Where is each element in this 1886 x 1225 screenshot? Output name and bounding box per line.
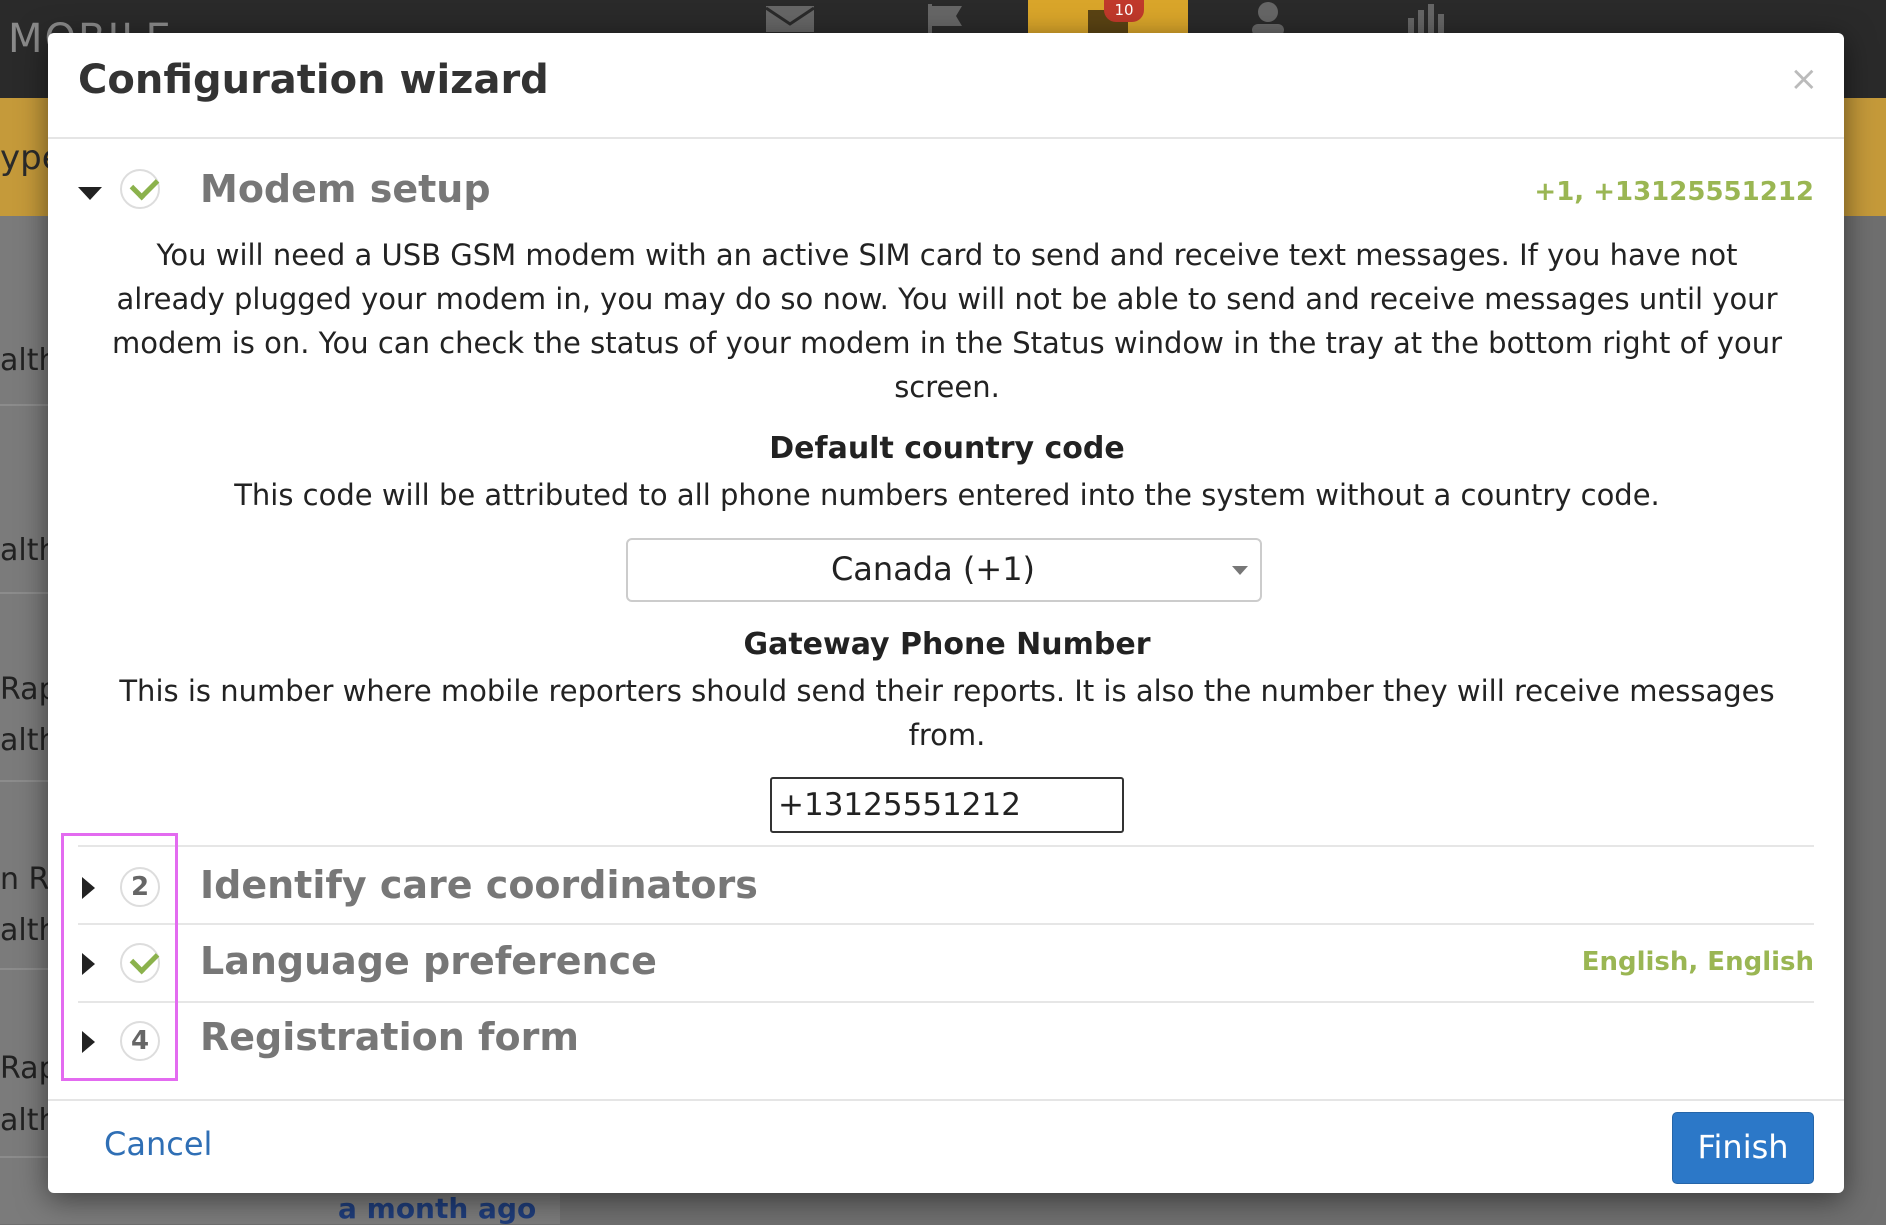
- modal-header: Configuration wizard ×: [48, 33, 1844, 139]
- divider: [78, 1001, 1814, 1003]
- check-icon: [129, 944, 160, 975]
- step-number-badge: 2: [120, 867, 160, 907]
- gateway-phone-input[interactable]: [770, 777, 1124, 833]
- divider: [78, 845, 1814, 847]
- step-title: Registration form: [200, 1015, 579, 1059]
- configuration-wizard-modal: Configuration wizard × Modem setup +1, +…: [48, 33, 1844, 1193]
- modal-footer: Cancel Finish: [48, 1099, 1844, 1195]
- modal-title: Configuration wizard: [78, 57, 549, 103]
- step-registration-form-header[interactable]: 4 Registration form: [78, 1009, 1814, 1079]
- step-complete-badge: [120, 943, 160, 983]
- country-code-value: Canada (+1): [830, 550, 1036, 588]
- chart-icon[interactable]: [1398, 0, 1458, 36]
- step-number-badge: 4: [120, 1021, 160, 1061]
- gateway-phone-label: Gateway Phone Number: [743, 627, 1151, 662]
- close-icon[interactable]: ×: [1790, 59, 1819, 99]
- timestamp: a month ago: [338, 1192, 537, 1225]
- country-code-label: Default country code: [769, 431, 1125, 466]
- messages-icon[interactable]: [762, 0, 822, 36]
- step-care-coordinators-header[interactable]: 2 Identify care coordinators: [78, 853, 1814, 925]
- gateway-phone-help: This is number where mobile reporters sh…: [119, 674, 1775, 752]
- flag-icon[interactable]: [922, 0, 982, 36]
- user-icon[interactable]: [1238, 0, 1298, 36]
- step-summary: English, English: [1581, 947, 1814, 977]
- step-title: Language preference: [200, 939, 657, 983]
- divider: [78, 923, 1814, 925]
- country-code-select[interactable]: Canada (+1): [626, 538, 1262, 602]
- step-complete-badge: [120, 169, 160, 209]
- caret-right-icon[interactable]: [82, 1031, 95, 1053]
- caret-right-icon[interactable]: [82, 877, 95, 899]
- finish-button[interactable]: Finish: [1672, 1112, 1814, 1184]
- cancel-button[interactable]: Cancel: [104, 1125, 212, 1163]
- notification-badge: 10: [1104, 0, 1144, 22]
- step-modem-setup-header[interactable]: Modem setup +1, +13125551212: [78, 163, 1814, 223]
- chevron-down-icon: [1232, 566, 1248, 575]
- check-icon: [129, 170, 160, 201]
- caret-down-icon[interactable]: [78, 187, 102, 200]
- country-code-help: This code will be attributed to all phon…: [234, 478, 1660, 512]
- modem-setup-description: You will need a USB GSM modem with an ac…: [112, 238, 1782, 404]
- step-title: Modem setup: [200, 167, 491, 211]
- step-summary: +1, +13125551212: [1534, 177, 1814, 207]
- caret-right-icon[interactable]: [82, 953, 95, 975]
- step-title: Identify care coordinators: [200, 863, 758, 907]
- step-language-preference-header[interactable]: Language preference English, English: [78, 931, 1814, 1001]
